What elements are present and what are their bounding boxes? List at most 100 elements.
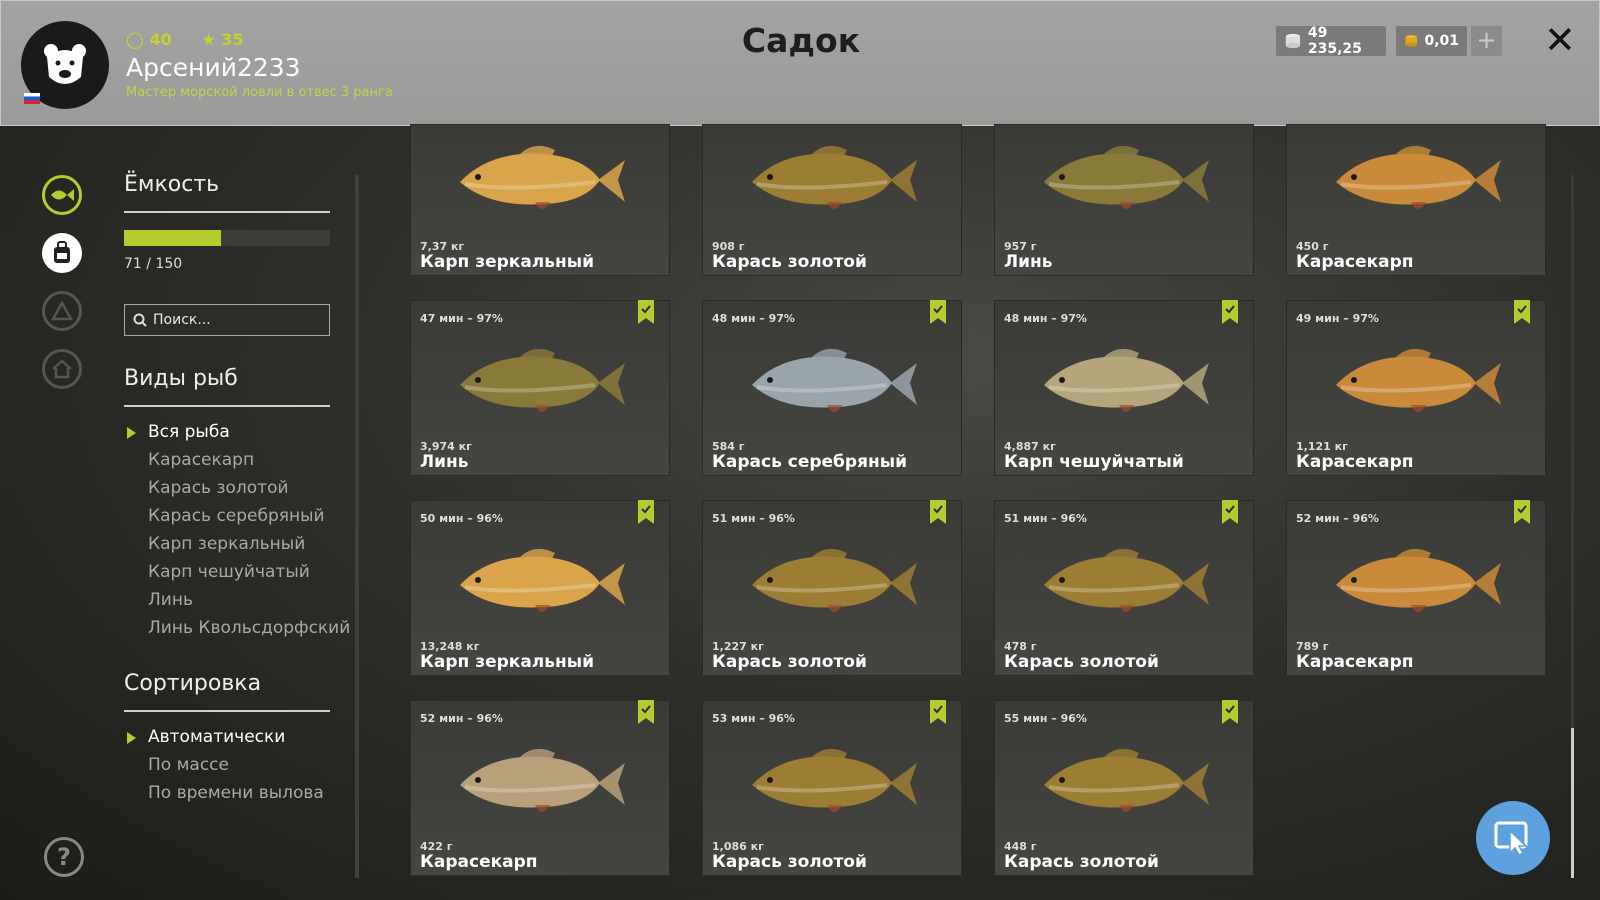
crucian-carp-fish-icon xyxy=(1336,145,1501,209)
tent-icon xyxy=(51,301,73,321)
catch-time: 55 мин – 96% xyxy=(1004,712,1087,725)
fish-card[interactable]: 7,37 кг Карп зеркальный xyxy=(410,124,670,276)
fish-card[interactable]: 52 мин – 96% 789 г Карасекарп xyxy=(1286,500,1546,676)
fish-name: Карась золотой xyxy=(1004,652,1159,672)
backpack-tab[interactable] xyxy=(42,233,82,273)
bookmark-icon[interactable] xyxy=(1222,500,1238,528)
home-tab[interactable] xyxy=(42,349,82,389)
divider xyxy=(124,710,330,712)
fish-name: Карп зеркальный xyxy=(420,252,595,272)
rank-text: Мастер морской ловли в отвес 3 ранга xyxy=(126,85,393,100)
bookmark-icon[interactable] xyxy=(638,500,654,528)
sort-option-item[interactable]: Автоматически xyxy=(148,727,285,747)
fish-card[interactable]: 48 мин – 97% 4,887 кг Карп чешуйчатый xyxy=(994,300,1254,476)
capacity-bar-fill xyxy=(124,230,222,246)
fish-card[interactable]: 47 мин – 97% 3,974 кг Линь xyxy=(410,300,670,476)
camp-tab[interactable] xyxy=(42,291,82,331)
catch-time: 48 мин – 97% xyxy=(712,312,795,325)
bookmark-icon[interactable] xyxy=(930,500,946,528)
species-filter-item[interactable]: Вся рыба xyxy=(148,422,230,442)
sort-option-item[interactable]: По времени вылова xyxy=(148,783,324,803)
golden-crucian-fish-icon xyxy=(752,548,917,612)
bookmark-icon[interactable] xyxy=(1222,700,1238,728)
search-input[interactable]: Поиск... xyxy=(124,304,330,336)
common-carp-fish-icon xyxy=(1044,348,1209,412)
fish-name: Карась золотой xyxy=(1004,852,1159,872)
fish-card[interactable]: 48 мин – 97% 584 г Карась серебряный xyxy=(702,300,962,476)
species-filter-item[interactable]: Линь Квольсдорфский xyxy=(148,618,350,638)
species-filter-item[interactable]: Карасекарп xyxy=(148,450,254,470)
backpack-icon xyxy=(54,241,70,263)
catch-time: 52 мин – 96% xyxy=(1296,512,1379,525)
fish-name: Карп зеркальный xyxy=(420,652,595,672)
fish-name: Карасекарп xyxy=(1296,452,1414,472)
species-filter-item[interactable]: Карп чешуйчатый xyxy=(148,562,310,582)
fish-card[interactable]: 450 г Карасекарп xyxy=(1286,124,1546,276)
selected-arrow-icon xyxy=(127,427,136,439)
species-filter-item[interactable]: Карась серебряный xyxy=(148,506,325,526)
fish-name: Карасекарп xyxy=(1296,652,1414,672)
fish-icon xyxy=(51,189,74,201)
capacity-bar xyxy=(124,230,330,246)
fish-name: Карасекарп xyxy=(1296,252,1414,272)
golden-crucian-fish-icon xyxy=(752,145,917,209)
help-button[interactable]: ? xyxy=(44,837,84,877)
species-filter-item[interactable]: Карась золотой xyxy=(148,478,289,498)
catch-time: 52 мин – 96% xyxy=(420,712,503,725)
fish-card[interactable]: 51 мин – 96% 1,227 кг Карась золотой xyxy=(702,500,962,676)
bookmark-icon[interactable] xyxy=(1514,300,1530,328)
bookmark-icon[interactable] xyxy=(638,300,654,328)
fish-name: Карасекарп xyxy=(420,852,538,872)
cursor-icon xyxy=(1494,821,1528,855)
bookmark-icon[interactable] xyxy=(930,700,946,728)
catch-time: 48 мин – 97% xyxy=(1004,312,1087,325)
fish-card[interactable]: 52 мин – 96% 422 г Карасекарп xyxy=(410,700,670,876)
cursor-mode-button[interactable] xyxy=(1476,801,1550,875)
fish-card[interactable]: 908 г Карась золотой xyxy=(702,124,962,276)
catch-time: 51 мин – 96% xyxy=(712,512,795,525)
crucian-carp-fish-icon xyxy=(1336,348,1501,412)
flag-icon xyxy=(24,93,40,104)
capacity-text: 71 / 150 xyxy=(124,256,183,272)
fish-name: Карась серебряный xyxy=(712,452,908,472)
mirror-carp-fish-icon xyxy=(460,145,625,209)
species-filter-item[interactable]: Карп зеркальный xyxy=(148,534,305,554)
fish-name: Карп чешуйчатый xyxy=(1004,452,1184,472)
bookmark-icon[interactable] xyxy=(930,300,946,328)
fish-grid: 7,37 кг Карп зеркальный 908 г Карась золото… xyxy=(410,0,1555,900)
fish-name: Линь xyxy=(1004,252,1053,272)
species-filter-item[interactable]: Линь xyxy=(148,590,193,610)
catch-time: 50 мин – 96% xyxy=(420,512,503,525)
home-icon xyxy=(52,359,72,379)
sidebar-divider xyxy=(355,175,359,878)
catch-time: 49 мин – 97% xyxy=(1296,312,1379,325)
fish-card[interactable]: 53 мин – 96% 1,086 кг Карась золотой xyxy=(702,700,962,876)
divider xyxy=(124,211,330,213)
search-placeholder: Поиск... xyxy=(153,312,211,328)
catch-time: 47 мин – 97% xyxy=(420,312,503,325)
bookmark-icon[interactable] xyxy=(1222,300,1238,328)
sort-option-item[interactable]: По массе xyxy=(148,755,229,775)
bookmark-icon[interactable] xyxy=(1514,500,1530,528)
fish-name: Карась золотой xyxy=(712,852,867,872)
fish-card[interactable]: 51 мин – 96% 478 г Карась золотой xyxy=(994,500,1254,676)
crucian-carp-pale-fish-icon xyxy=(460,748,625,812)
fish-card[interactable]: 957 г Линь xyxy=(994,124,1254,276)
search-icon xyxy=(133,313,147,327)
fish-name: Карась золотой xyxy=(712,252,867,272)
bookmark-icon[interactable] xyxy=(638,700,654,728)
fish-name: Линь xyxy=(420,452,469,472)
golden-crucian-fish-icon xyxy=(1044,548,1209,612)
fish-card[interactable]: 49 мин – 97% 1,121 кг Карасекарп xyxy=(1286,300,1546,476)
golden-crucian-fish-icon xyxy=(752,748,917,812)
tench-fish-icon xyxy=(1044,145,1209,209)
golden-crucian-fish-icon xyxy=(1044,748,1209,812)
scrollbar-thumb[interactable] xyxy=(1571,728,1574,878)
sort-title: Сортировка xyxy=(124,671,262,696)
keepnet-tab[interactable] xyxy=(42,175,82,215)
selected-arrow-icon xyxy=(127,732,136,744)
fish-card[interactable]: 55 мин – 96% 448 г Карась золотой xyxy=(994,700,1254,876)
catch-time: 51 мин – 96% xyxy=(1004,512,1087,525)
mirror-carp-fish-icon xyxy=(460,548,625,612)
fish-card[interactable]: 50 мин – 96% 13,248 кг Карп зеркальный xyxy=(410,500,670,676)
